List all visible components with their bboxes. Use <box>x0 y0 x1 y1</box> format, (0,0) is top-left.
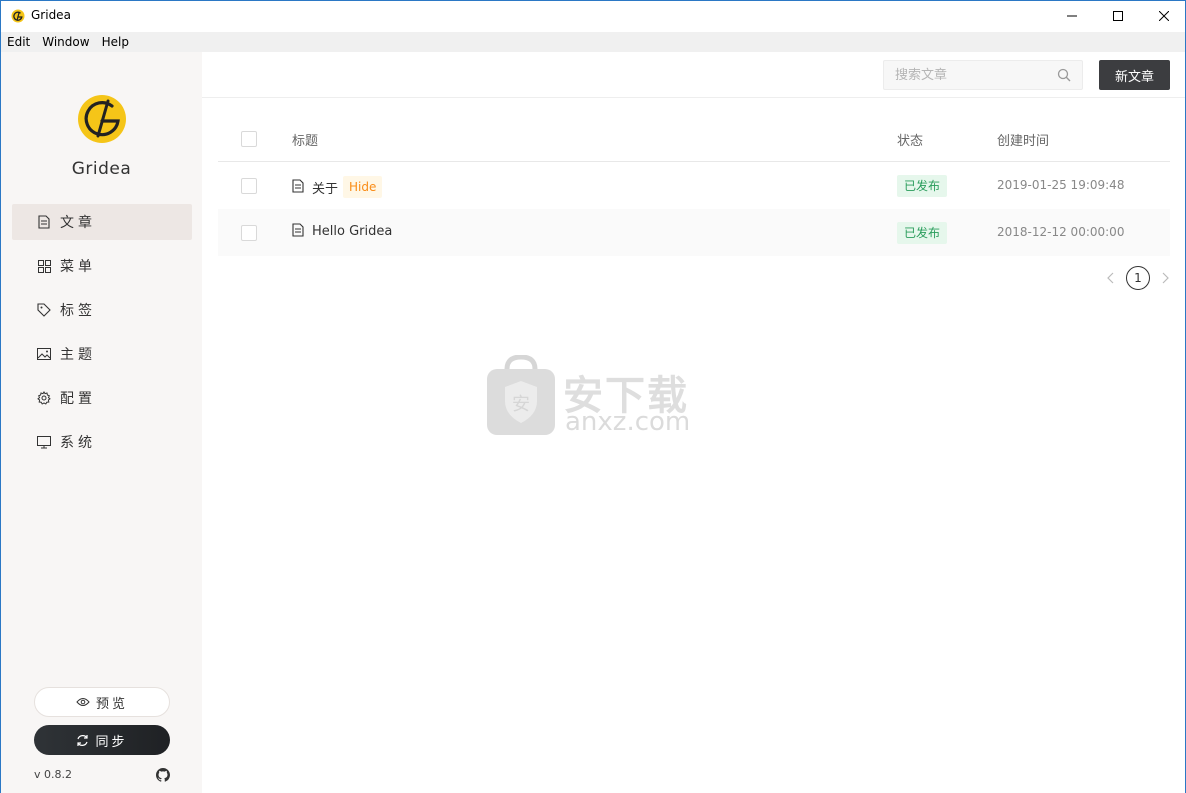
sidebar: Gridea 文章 菜单 标签 主题 配置 系统 预览 同步 v 0.8.2 <box>1 52 202 793</box>
article-title: Hello Gridea <box>312 223 393 239</box>
sidebar-item-settings[interactable]: 配置 <box>12 380 192 416</box>
sidebar-item-articles[interactable]: 文章 <box>12 204 192 240</box>
header-created: 创建时间 <box>997 134 1050 149</box>
gridea-app-icon <box>11 9 25 23</box>
menu-window[interactable]: Window <box>36 32 89 52</box>
chevron-right-icon[interactable] <box>1158 271 1172 285</box>
grid-icon <box>36 258 52 274</box>
version-label: v 0.8.2 <box>34 768 72 781</box>
table-row[interactable]: 关于 Hide 已发布 2019-01-25 19:09:48 <box>218 162 1170 209</box>
gear-icon <box>36 390 52 406</box>
sidebar-item-theme[interactable]: 主题 <box>12 336 192 372</box>
top-toolbar: 新文章 <box>202 52 1185 98</box>
select-all-checkbox[interactable] <box>241 131 257 147</box>
sidebar-item-label: 主题 <box>60 347 96 363</box>
chevron-left-icon[interactable] <box>1104 271 1118 285</box>
image-icon <box>36 346 52 362</box>
page-number[interactable]: 1 <box>1126 266 1150 290</box>
document-icon <box>292 223 306 239</box>
gridea-logo <box>78 95 126 143</box>
refresh-icon <box>76 734 89 747</box>
svg-text:安: 安 <box>512 394 530 415</box>
article-title: 关于 <box>312 181 339 197</box>
row-checkbox[interactable] <box>241 225 257 241</box>
document-icon <box>292 179 306 195</box>
document-icon <box>36 214 52 230</box>
maximize-button[interactable] <box>1095 1 1141 31</box>
sidebar-item-label: 配置 <box>60 391 96 407</box>
created-date: 2019-01-25 19:09:48 <box>997 178 1125 192</box>
watermark: 安 安下载 anxz.com <box>485 355 705 439</box>
sync-label: 同步 <box>95 734 128 750</box>
status-badge: 已发布 <box>897 222 948 244</box>
close-icon <box>1159 11 1169 21</box>
table-header: 标题 状态 创建时间 <box>218 116 1170 162</box>
sidebar-item-label: 菜单 <box>60 259 96 275</box>
header-title: 标题 <box>292 134 319 149</box>
new-article-button[interactable]: 新文章 <box>1099 60 1170 90</box>
menu-bar: Edit Window Help <box>1 32 1185 52</box>
sidebar-item-label: 系统 <box>60 435 96 451</box>
article-title-cell[interactable]: Hello Gridea <box>292 223 392 239</box>
sidebar-item-tags[interactable]: 标签 <box>12 292 192 328</box>
watermark-subtext: anxz.com <box>565 407 691 437</box>
header-status: 状态 <box>897 134 924 149</box>
articles-table: 标题 状态 创建时间 关于 Hide 已发布 2019-01-25 19:09:… <box>218 116 1170 256</box>
status-badge: 已发布 <box>897 175 948 197</box>
sidebar-item-label: 文章 <box>60 215 96 231</box>
maximize-icon <box>1113 11 1123 21</box>
search-box[interactable] <box>883 60 1083 90</box>
sidebar-nav: 文章 菜单 标签 主题 配置 系统 <box>12 204 192 468</box>
app-window: Gridea Edit Window Help Gridea 文章 菜单 标签 … <box>0 0 1186 793</box>
window-title: Gridea <box>31 8 71 22</box>
menu-edit[interactable]: Edit <box>1 32 30 52</box>
sync-button[interactable]: 同步 <box>34 725 170 755</box>
tag-icon <box>36 302 52 318</box>
github-icon[interactable] <box>156 768 170 782</box>
search-input[interactable] <box>884 61 1054 89</box>
shield-bag-icon: 安 <box>487 355 555 435</box>
monitor-icon <box>36 434 52 450</box>
preview-label: 预览 <box>95 696 128 712</box>
minimize-button[interactable] <box>1049 1 1095 31</box>
search-icon[interactable] <box>1057 68 1071 82</box>
minimize-icon <box>1067 15 1077 17</box>
menu-help[interactable]: Help <box>96 32 129 52</box>
sidebar-item-menu[interactable]: 菜单 <box>12 248 192 284</box>
close-button[interactable] <box>1141 1 1186 31</box>
pagination: 1 <box>1104 265 1172 291</box>
hide-badge: Hide <box>343 176 383 198</box>
table-row[interactable]: Hello Gridea 已发布 2018-12-12 00:00:00 <box>218 209 1170 256</box>
title-bar: Gridea <box>1 1 1185 32</box>
sidebar-item-label: 标签 <box>60 303 96 319</box>
created-date: 2018-12-12 00:00:00 <box>997 225 1125 239</box>
article-title-cell[interactable]: 关于 Hide <box>292 176 383 198</box>
preview-button[interactable]: 预览 <box>34 687 170 717</box>
brand-name: Gridea <box>71 159 132 179</box>
row-checkbox[interactable] <box>241 178 257 194</box>
eye-icon <box>76 697 90 707</box>
sidebar-item-system[interactable]: 系统 <box>12 424 192 460</box>
